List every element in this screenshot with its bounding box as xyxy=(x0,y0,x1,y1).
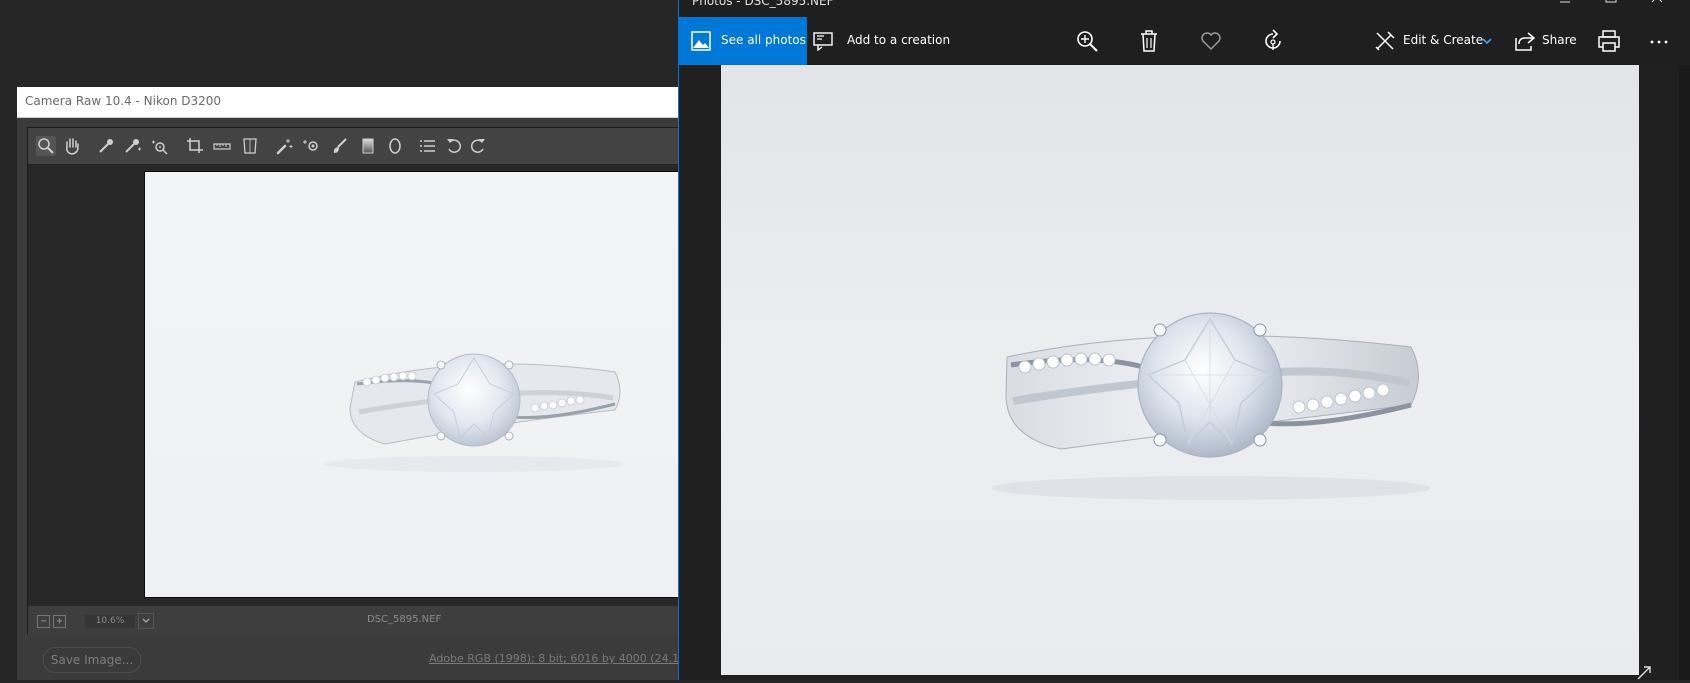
edit-create-button[interactable]: Edit & Create xyxy=(1374,17,1494,65)
add-to-creation-icon xyxy=(813,32,833,51)
ring-photo-preview xyxy=(144,171,693,598)
close-icon[interactable] xyxy=(1642,0,1672,10)
rotate-right-icon[interactable] xyxy=(468,136,488,156)
see-all-photos-label: See all photos xyxy=(721,33,806,47)
zoom-level: 10.6% xyxy=(85,615,135,628)
favorite-icon[interactable] xyxy=(1199,29,1223,53)
camera-raw-statusbar: − + 10.6% DSC_5895.NEF xyxy=(28,605,691,634)
edit-create-icon xyxy=(1375,31,1395,51)
chevron-down-icon xyxy=(1482,38,1492,45)
photos-window: Photos - DSC_5895.NEF See all photos Add… xyxy=(678,0,1690,680)
zoom-in-icon[interactable] xyxy=(1075,29,1099,53)
radial-filter-icon[interactable] xyxy=(385,136,405,156)
target-adjustment-icon[interactable] xyxy=(149,136,169,156)
zoom-out-button[interactable]: − xyxy=(37,615,50,628)
maximize-icon[interactable] xyxy=(1596,0,1626,10)
zoom-in-button[interactable]: + xyxy=(53,615,66,628)
gallery-icon xyxy=(691,31,711,51)
camera-raw-toolbar xyxy=(28,128,691,165)
graduated-filter-icon[interactable] xyxy=(358,136,378,156)
save-image-button[interactable]: Save Image... xyxy=(43,647,141,673)
camera-raw-titlebar[interactable]: Camera Raw 10.4 - Nikon D3200 xyxy=(17,87,690,118)
add-to-creation-button[interactable]: Add to a creation xyxy=(813,17,963,65)
color-sampler-icon[interactable] xyxy=(122,136,142,156)
hand-icon[interactable] xyxy=(62,136,82,156)
image-preview-area[interactable] xyxy=(28,165,693,605)
zoom-dropdown-button[interactable] xyxy=(138,613,154,629)
spot-removal-icon[interactable] xyxy=(275,136,295,156)
photos-toolbar: See all photos Add to a creation Edit & … xyxy=(679,17,1690,65)
window-title: Photos - DSC_5895.NEF xyxy=(692,0,834,8)
preferences-icon[interactable] xyxy=(417,136,437,156)
white-balance-icon[interactable] xyxy=(96,136,116,156)
red-eye-icon[interactable] xyxy=(301,136,321,156)
rotate-icon[interactable] xyxy=(1261,29,1285,53)
print-icon[interactable] xyxy=(1597,29,1621,53)
adjustment-brush-icon[interactable] xyxy=(330,136,350,156)
see-all-photos-button[interactable]: See all photos xyxy=(679,17,807,65)
share-icon xyxy=(1515,32,1536,51)
camera-raw-workspace: − + 10.6% DSC_5895.NEF xyxy=(27,127,693,634)
resize-grip-icon[interactable] xyxy=(1634,663,1654,683)
add-to-creation-label: Add to a creation xyxy=(847,33,951,47)
ring-photo xyxy=(721,65,1639,675)
transform-icon[interactable] xyxy=(240,136,260,156)
zoom-icon[interactable] xyxy=(36,136,56,156)
delete-icon[interactable] xyxy=(1137,29,1161,53)
photos-titlebar[interactable]: Photos - DSC_5895.NEF xyxy=(679,0,1690,17)
rotate-left-icon[interactable] xyxy=(444,136,464,156)
viewer-scrollbar[interactable] xyxy=(1679,65,1690,680)
edit-create-label: Edit & Create xyxy=(1403,33,1484,47)
camera-raw-window: Camera Raw 10.4 - Nikon D3200 − + 10.6% … xyxy=(17,87,693,680)
minimize-icon[interactable] xyxy=(1550,0,1580,10)
window-title: Camera Raw 10.4 - Nikon D3200 xyxy=(25,94,222,108)
share-button[interactable]: Share xyxy=(1514,17,1594,65)
share-label: Share xyxy=(1542,33,1577,47)
straighten-icon[interactable] xyxy=(212,136,232,156)
crop-icon[interactable] xyxy=(185,136,205,156)
chevron-down-icon xyxy=(142,618,150,623)
photo-viewer[interactable] xyxy=(679,65,1690,680)
workflow-options-link[interactable]: Adobe RGB (1998); 8 bit; 6016 by 4000 (2… xyxy=(429,652,690,665)
more-options-icon[interactable] xyxy=(1647,29,1671,53)
file-name: DSC_5895.NEF xyxy=(367,614,442,625)
